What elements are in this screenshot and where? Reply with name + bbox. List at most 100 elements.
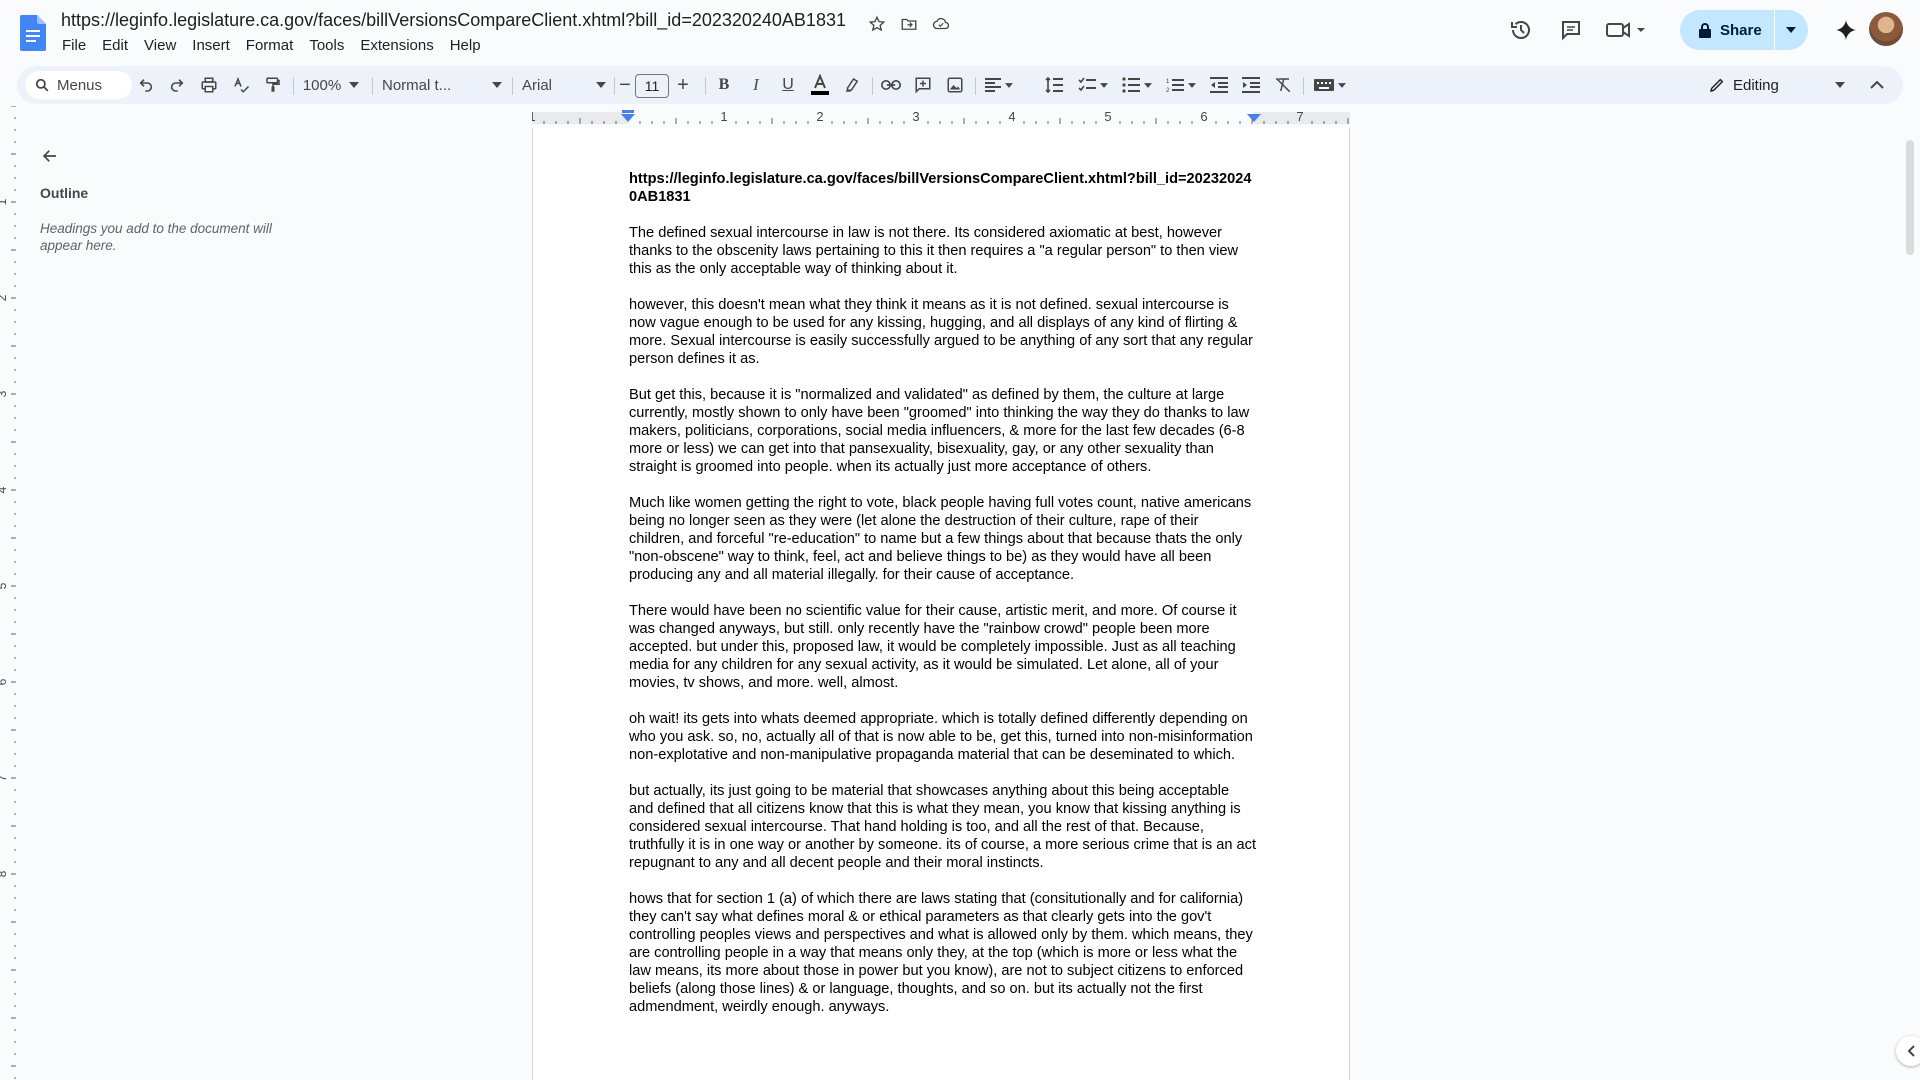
bold-icon[interactable]: B	[712, 73, 736, 97]
font-family-value: Arial	[522, 76, 553, 94]
close-outline-back-arrow-icon[interactable]	[38, 144, 62, 168]
menu-file[interactable]: File	[55, 36, 94, 56]
chevron-down-icon	[1835, 82, 1845, 88]
gemini-sparkle-icon[interactable]	[1832, 16, 1860, 44]
google-docs-logo-icon[interactable]	[20, 15, 46, 51]
paragraph-8[interactable]: hows that for section 1 (a) of which the…	[629, 890, 1257, 1016]
ruler-label: 2	[816, 109, 823, 124]
svg-text:2: 2	[1166, 88, 1170, 93]
line-spacing-icon[interactable]	[1042, 73, 1066, 97]
share-label: Share	[1720, 21, 1762, 39]
paragraph-4[interactable]: Much like women getting the right to vot…	[629, 494, 1257, 584]
ruler-label: 5	[0, 582, 9, 589]
hide-menus-chevron-up-icon[interactable]	[1865, 73, 1889, 97]
spellcheck-icon[interactable]	[229, 73, 253, 97]
chevron-down-icon	[1338, 82, 1346, 88]
keyboard-icon	[1314, 79, 1334, 91]
chevron-down-icon	[1100, 82, 1108, 88]
font-family-select[interactable]: Arial	[522, 73, 606, 97]
input-tools-select[interactable]	[1310, 73, 1350, 97]
chevron-down-icon	[1005, 82, 1013, 88]
ruler-label: 3	[0, 390, 9, 397]
menu-insert[interactable]: Insert	[184, 36, 238, 56]
paragraph-style-select[interactable]: Normal t...	[382, 73, 502, 97]
meet-camera-icon[interactable]	[1602, 16, 1652, 44]
ruler-label: 7	[0, 774, 9, 781]
formatting-toolbar: Menus 100% Normal t... Arial − 11 + B I …	[17, 66, 1903, 104]
menu-bar: File Edit View Insert Format Tools Exten…	[55, 36, 489, 56]
menu-format[interactable]: Format	[238, 36, 302, 56]
print-icon[interactable]	[197, 73, 221, 97]
bulleted-list-select[interactable]	[1118, 73, 1156, 97]
editing-mode-label: Editing	[1733, 76, 1779, 94]
redo-icon[interactable]	[165, 73, 189, 97]
comments-icon[interactable]	[1557, 16, 1585, 44]
paragraph-6[interactable]: oh wait! its gets into whats deemed appr…	[629, 710, 1257, 764]
first-line-indent-marker-icon[interactable]	[622, 110, 634, 113]
paragraph-3[interactable]: But get this, because it is "normalized …	[629, 386, 1257, 476]
add-comment-icon[interactable]	[911, 73, 935, 97]
cloud-saved-icon[interactable]	[929, 12, 953, 36]
ruler-label: 2	[0, 294, 9, 301]
undo-icon[interactable]	[134, 73, 158, 97]
move-to-folder-icon[interactable]	[897, 12, 921, 36]
increase-font-size-icon[interactable]: +	[674, 73, 692, 97]
ruler-label: 4	[1008, 109, 1015, 124]
paragraph-3-text: But get this, because it is "normalized …	[629, 387, 1250, 475]
insert-link-icon[interactable]	[879, 73, 903, 97]
menu-view[interactable]: View	[136, 36, 184, 56]
ruler-label: 3	[912, 109, 919, 124]
chevron-down-icon	[1144, 82, 1152, 88]
paragraph-1[interactable]: The defined sexual intercourse in law is…	[629, 224, 1257, 278]
search-menus-button[interactable]: Menus	[25, 71, 132, 99]
bulleted-list-icon	[1122, 77, 1140, 93]
outline-title: Outline	[40, 185, 89, 201]
horizontal-ruler[interactable]: 1 1 2 3 4 5 6 7	[532, 108, 1350, 128]
decrease-indent-icon[interactable]	[1207, 73, 1231, 97]
underline-icon[interactable]: U	[776, 73, 800, 97]
decrease-font-size-icon[interactable]: −	[616, 73, 634, 97]
clear-formatting-icon[interactable]	[1271, 73, 1295, 97]
menu-edit[interactable]: Edit	[94, 36, 136, 56]
increase-indent-icon[interactable]	[1239, 73, 1263, 97]
menu-extensions[interactable]: Extensions	[352, 36, 441, 56]
vertical-scrollbar-thumb[interactable]	[1906, 140, 1914, 255]
align-select[interactable]	[982, 73, 1016, 97]
numbered-list-select[interactable]: 12	[1162, 73, 1200, 97]
highlight-color-icon[interactable]	[840, 73, 864, 97]
document-body[interactable]: https://leginfo.legislature.ca.gov/faces…	[629, 170, 1257, 1034]
url-paragraph[interactable]: https://leginfo.legislature.ca.gov/faces…	[629, 170, 1257, 206]
ruler-label: 7	[1296, 109, 1303, 124]
vertical-ruler[interactable]: 1 2 3 4 5 6 7 8	[0, 106, 16, 1080]
ruler-label: 1	[720, 109, 727, 124]
text-color-icon[interactable]	[808, 73, 832, 97]
paint-format-icon[interactable]	[261, 73, 285, 97]
zoom-select[interactable]: 100%	[301, 73, 361, 97]
version-history-icon[interactable]	[1507, 16, 1535, 44]
document-page[interactable]: https://leginfo.legislature.ca.gov/faces…	[532, 128, 1350, 1080]
user-avatar[interactable]	[1869, 12, 1903, 46]
paragraph-7[interactable]: but actually, its just going to be mater…	[629, 782, 1257, 872]
star-icon[interactable]	[865, 12, 889, 36]
share-dropdown-arrow-icon[interactable]	[1775, 27, 1807, 33]
italic-icon[interactable]: I	[744, 73, 768, 97]
document-title[interactable]: https://leginfo.legislature.ca.gov/faces…	[61, 10, 846, 31]
lock-icon	[1699, 23, 1711, 38]
font-size-input[interactable]: 11	[635, 74, 669, 98]
checklist-select[interactable]	[1074, 73, 1112, 97]
chevron-down-icon	[492, 82, 502, 88]
share-button[interactable]: Share	[1680, 10, 1808, 50]
search-icon	[35, 78, 49, 92]
ruler-label: 8	[0, 870, 9, 877]
ruler-label: 1	[0, 198, 9, 205]
title-bar: https://leginfo.legislature.ca.gov/faces…	[0, 0, 1920, 60]
paragraph-style-value: Normal t...	[382, 76, 452, 94]
paragraph-5[interactable]: There would have been no scientific valu…	[629, 602, 1257, 692]
menu-tools[interactable]: Tools	[301, 36, 352, 56]
side-panel-toggle-chevron-icon[interactable]	[1896, 1036, 1920, 1066]
paragraph-2[interactable]: however, this doesn't mean what they thi…	[629, 296, 1257, 368]
chevron-down-icon	[349, 82, 360, 88]
editing-mode-select[interactable]: Editing	[1709, 73, 1845, 97]
menu-help[interactable]: Help	[442, 36, 489, 56]
insert-image-icon[interactable]	[943, 73, 967, 97]
